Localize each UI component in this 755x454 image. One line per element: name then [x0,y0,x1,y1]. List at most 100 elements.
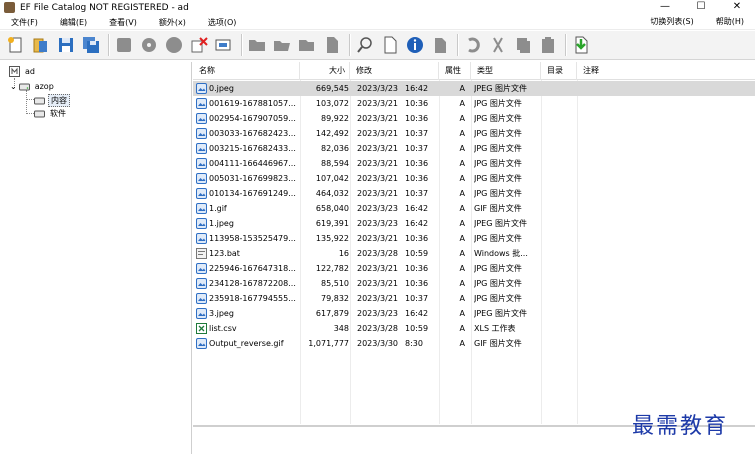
file-icon[interactable] [379,34,401,56]
copy-doc-icon[interactable] [429,34,451,56]
file-size: 107,042 [315,174,349,183]
file-type: JPG 图片文件 [474,129,522,138]
file-name: 003215-167682433... [209,144,296,153]
file-name: list.csv [209,324,237,333]
file-type: JPG 图片文件 [474,189,522,198]
tree-node-root[interactable]: ad [9,66,37,77]
paste-icon[interactable] [537,34,559,56]
document-icon[interactable] [321,34,343,56]
table-row[interactable]: 1.gif 658,040 2023/3/23 16:42 A GIF 图片文件 [193,201,755,216]
file-type: JPEG 图片文件 [474,219,527,228]
minimize-button[interactable]: — [647,0,683,15]
open-folder-icon[interactable] [30,34,52,56]
update-icon[interactable] [138,34,160,56]
save-icon[interactable] [55,34,77,56]
file-name-cell: 225946-167647318... [196,261,300,276]
column-header-folder[interactable]: 目录 [541,62,577,80]
folder-icon[interactable] [246,34,268,56]
column-header-name[interactable]: 名称 [193,62,300,80]
menu-edit[interactable]: 编辑(E) [49,17,98,28]
save-all-icon[interactable] [80,34,102,56]
file-name-cell: 1.jpeg [196,216,300,231]
table-row[interactable]: 004111-166446967... 88,594 2023/3/21 10:36 A… [193,156,755,171]
menu-options[interactable]: 选项(O) [197,17,248,28]
info-icon[interactable] [404,34,426,56]
table-row[interactable]: Output_reverse.gif 1,071,777 2023/3/30 8:30… [193,336,755,351]
menu-bar: 文件(F) 编辑(E) 查看(V) 额外(x) 选项(O) 切换列表(S) 帮助… [0,16,755,30]
chevron-down-icon[interactable]: ⌄ [10,82,17,91]
export-icon[interactable] [570,34,592,56]
table-row[interactable]: 0.jpeg 669,545 2023/3/23 16:42 A JPEG 图片文件 [193,81,755,96]
file-name-cell: 0.jpeg [196,81,300,96]
watermark-text: 最需教育 [632,414,729,439]
file-time: 10:59 [405,324,429,333]
column-header-attributes[interactable]: 属性 [439,62,471,80]
file-name-cell: 113958-153525479... [196,231,300,246]
undo-icon[interactable] [462,34,484,56]
file-time: 10:37 [405,129,429,138]
table-row[interactable]: 005031-167699823... 107,042 2023/3/21 10:36… [193,171,755,186]
file-type: JPG 图片文件 [474,234,522,243]
menu-help[interactable]: 帮助(H) [705,16,755,30]
image-icon [196,338,207,349]
file-name: 123.bat [209,249,240,258]
tree-label-software: 软件 [50,109,66,118]
disc-icon[interactable] [163,34,185,56]
table-row[interactable]: 002954-167907059... 89,922 2023/3/21 10:36 A… [193,111,755,126]
search-icon[interactable] [354,34,376,56]
cut-icon[interactable] [487,34,509,56]
file-time: 10:37 [405,294,429,303]
file-date: 2023/3/28 [357,324,399,333]
menu-extra[interactable]: 额外(x) [148,17,197,28]
new-catalog-icon[interactable] [5,34,27,56]
table-row[interactable]: 123.bat 16 2023/3/28 10:59 A Windows 批... [193,246,755,261]
table-row[interactable]: 3.jpeg 617,879 2023/3/23 16:42 A JPEG 图片文件 [193,306,755,321]
file-type: GIF 图片文件 [474,339,522,348]
close-button[interactable]: ✕ [719,0,755,15]
file-attributes: A [459,264,465,273]
drive-icon [18,83,30,91]
properties-icon[interactable] [213,34,235,56]
file-type: JPG 图片文件 [474,114,522,123]
image-icon [196,128,207,139]
tree-node-content[interactable]: 内容 [34,94,70,107]
table-row[interactable]: 003033-167682423... 142,492 2023/3/21 10:37… [193,126,755,141]
column-header-size[interactable]: 大小 [300,62,350,80]
scan-disk-icon[interactable] [113,34,135,56]
file-attributes: A [459,339,465,348]
maximize-button[interactable]: ☐ [683,0,719,15]
column-header-modified[interactable]: 修改 [350,62,439,80]
column-header-comment[interactable]: 注释 [577,62,755,80]
table-row[interactable]: 1.jpeg 619,391 2023/3/23 16:42 A JPEG 图片文件 [193,216,755,231]
folder-move-icon[interactable] [296,34,318,56]
menu-view[interactable]: 查看(V) [98,17,148,28]
column-header-type[interactable]: 类型 [471,62,541,80]
file-name: 002954-167907059... [209,114,296,123]
file-date: 2023/3/28 [357,249,399,258]
tree-node-software[interactable]: 软件 [34,108,68,119]
toolbar-separator [108,34,110,56]
image-icon [196,308,207,319]
menu-file[interactable]: 文件(F) [0,17,49,28]
file-name-cell: Output_reverse.gif [196,336,300,351]
file-date: 2023/3/21 [357,264,399,273]
table-row[interactable]: 225946-167647318... 122,782 2023/3/21 10:36… [193,261,755,276]
table-row[interactable]: 234128-167872208... 85,510 2023/3/21 10:36 A… [193,276,755,291]
copy-icon[interactable] [512,34,534,56]
tree-node-azop[interactable]: ⌄ azop [10,81,56,92]
table-row[interactable]: list.csv 348 2023/3/28 10:59 A XLS 工作表 [193,321,755,336]
table-row[interactable]: 001619-167881057... 103,072 2023/3/21 10:36… [193,96,755,111]
menu-toggle-list[interactable]: 切换列表(S) [639,16,704,30]
delete-icon[interactable] [188,34,210,56]
file-size: 122,782 [315,264,349,273]
table-row[interactable]: 235918-167794555... 79,832 2023/3/21 10:37 A… [193,291,755,306]
file-name-cell: 004111-166446967... [196,156,300,171]
table-row[interactable]: 003215-167682433... 82,036 2023/3/21 10:37 A… [193,141,755,156]
table-row[interactable]: 113958-153525479... 135,922 2023/3/21 10:36… [193,231,755,246]
toolbar-separator [565,34,567,56]
file-time: 16:42 [405,84,429,93]
folder-open-icon[interactable] [271,34,293,56]
drive-icon [34,97,45,105]
table-row[interactable]: 010134-167691249... 464,032 2023/3/21 10:37… [193,186,755,201]
file-time: 10:36 [405,114,429,123]
